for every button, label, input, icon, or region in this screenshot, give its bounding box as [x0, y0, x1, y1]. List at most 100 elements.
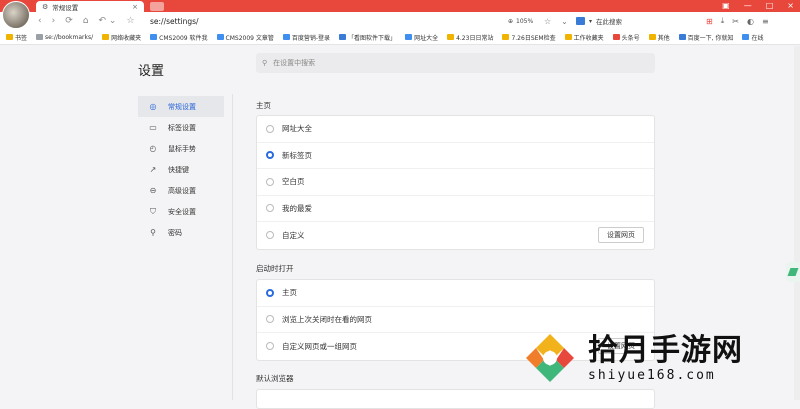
sidebar-item-label: 快捷键 [168, 165, 189, 174]
search-engine-dropdown-icon[interactable]: ▾ [589, 18, 592, 25]
radio-label: 浏览上次关闭时在看的网页 [282, 314, 372, 324]
avatar[interactable] [2, 1, 30, 29]
sidebar-item[interactable]: ⊖ 高级设置 [138, 180, 224, 201]
search-icon: ⚲ [262, 59, 268, 67]
sidebar-divider [232, 94, 233, 400]
radio-button[interactable] [266, 315, 274, 324]
forward-icon[interactable]: › [52, 16, 56, 26]
radio-button[interactable] [266, 342, 274, 351]
settings-search-placeholder: 在设置中搜索 [273, 59, 316, 67]
sidebar-item[interactable]: ◎ 常规设置 [138, 96, 224, 117]
sidebar-item[interactable]: ▭ 标签设置 [138, 117, 224, 138]
radio-label: 自定义网页或一组网页 [282, 341, 357, 351]
bookmark-label: 7.26日SEM检查 [511, 34, 556, 42]
settings-sidebar: ◎ 常规设置 ▭ 标签设置 ◴ 鼠标手势 ↗ 快捷键 ⊖ 高级设置 ⛉ 安全设置 ⚲ 密码 [138, 96, 224, 243]
minimize-icon[interactable]: — [744, 1, 752, 10]
night-mode-icon[interactable]: ◐ [747, 17, 754, 26]
sidebar-item[interactable]: ⚲ 密码 [138, 222, 224, 243]
back-icon[interactable]: ‹ [38, 16, 42, 26]
bookmark-label: 百度营销-登录 [291, 34, 331, 42]
radio-option[interactable]: 主页 [257, 280, 654, 307]
sidebar-item-label: 鼠标手势 [168, 144, 196, 153]
bookmark-icon [6, 34, 13, 40]
tab-close-icon[interactable]: × [132, 3, 138, 11]
bookmark-item[interactable]: 头条号 [612, 33, 640, 42]
undo-icon[interactable]: ↶ ⌄ [98, 16, 116, 26]
zoom-indicator[interactable]: ⊕ 105% [508, 14, 533, 28]
radio-option[interactable]: 我的最爱 [257, 196, 654, 222]
radio-button[interactable] [266, 288, 274, 297]
maximize-icon[interactable]: □ [766, 1, 774, 10]
radio-label: 我的最爱 [282, 203, 312, 213]
bookmark-icon [150, 34, 158, 40]
bookmark-label: CMS2009 文章管 [225, 34, 274, 42]
scrollbar[interactable] [794, 46, 800, 400]
download-icon[interactable]: ⤓ [721, 16, 725, 26]
screenshot-icon[interactable]: ✂ [732, 17, 739, 26]
bookmark-label: se://bookmarks/ [45, 33, 94, 41]
radio-option[interactable]: 空白页 [257, 169, 654, 196]
radio-option[interactable]: 自定义 设置网页 [257, 222, 654, 249]
close-window-icon[interactable]: × [787, 1, 794, 10]
bookmark-item[interactable]: 4.23日日常站 [447, 33, 493, 42]
bookmark-item[interactable]: 网址大全 [405, 33, 438, 42]
menu-icon[interactable]: ≡ [762, 17, 769, 26]
bookmark-item[interactable]: 「看图软件下载」 [339, 33, 396, 42]
settings-search-input[interactable]: ⚲ 在设置中搜索 [256, 53, 655, 73]
radio-button[interactable] [266, 204, 274, 213]
apps-icon[interactable]: ⊞ [706, 17, 713, 26]
tab-settings[interactable]: ⚙ 常规设置 × [36, 1, 144, 12]
search-input[interactable]: 在此搜索 [596, 16, 622, 26]
bookmark-label: CMS2009 软件我 [159, 34, 208, 42]
gear-icon: ⚙ [42, 2, 49, 11]
bookmark-icon [447, 34, 455, 40]
bookmark-label: 「看图软件下载」 [348, 34, 397, 42]
address-text[interactable]: se://settings/ [150, 17, 199, 26]
bookmark-item[interactable]: 其他 [648, 33, 670, 42]
nav-buttons: ‹ › ⟳ ⌂ ↶ ⌄ ☆ [38, 12, 135, 30]
bookmark-icon [502, 34, 510, 40]
sidebar-item-icon: ⚲ [150, 228, 156, 237]
bookmark-item[interactable]: 网络收藏夹 [102, 33, 141, 42]
address-bar[interactable]: se://settings/ [150, 14, 570, 28]
radio-button[interactable] [266, 124, 274, 133]
sidebar-item[interactable]: ↗ 快捷键 [138, 159, 224, 180]
sidebar-item[interactable]: ◴ 鼠标手势 [138, 138, 224, 159]
set-webpage-button[interactable]: 设置网页 [598, 227, 644, 243]
star-icon[interactable]: ☆ [544, 17, 551, 26]
bookmark-item[interactable]: 在线 [742, 33, 763, 42]
side-panel-toggle[interactable] [786, 262, 800, 282]
bookmark-item[interactable]: 百度一下, 你就知 [678, 33, 733, 42]
bookmark-icon [648, 34, 656, 40]
bookmark-item[interactable]: CMS2009 文章管 [216, 33, 274, 42]
search-box[interactable]: ▾ 在此搜索 [576, 14, 696, 28]
bookmark-icon [678, 34, 686, 40]
home-section-title: 主页 [256, 101, 271, 110]
search-engine-icon[interactable] [576, 17, 585, 25]
bookmark-item[interactable]: 7.26日SEM检查 [502, 33, 556, 42]
radio-option[interactable]: 新标签页 [257, 143, 654, 169]
bookmark-item[interactable]: 书签 [6, 33, 27, 42]
new-tab-button[interactable] [150, 2, 164, 11]
skin-icon[interactable]: ▣ [722, 1, 730, 10]
bookmark-label: 网址大全 [414, 34, 439, 42]
bookmark-label: 工作收藏夹 [573, 34, 604, 42]
favorite-icon[interactable]: ☆ [126, 16, 134, 26]
radio-label: 主页 [282, 288, 297, 298]
radio-button[interactable] [266, 151, 274, 160]
bookmark-item[interactable]: 工作收藏夹 [564, 33, 604, 42]
radio-option[interactable]: 网址大全 [257, 116, 654, 143]
sidebar-item-label: 高级设置 [168, 186, 196, 195]
sidebar-item[interactable]: ⛉ 安全设置 [138, 201, 224, 222]
reload-icon[interactable]: ⟳ [65, 16, 73, 26]
dropdown-icon[interactable]: ⌄ [561, 17, 568, 26]
home-icon[interactable]: ⌂ [83, 16, 89, 26]
radio-button[interactable] [266, 231, 274, 240]
bookmark-item[interactable]: CMS2009 软件我 [150, 33, 208, 42]
radio-button[interactable] [266, 177, 274, 186]
sidebar-item-icon: ▭ [149, 123, 157, 132]
startup-section-title: 启动时打开 [256, 264, 294, 273]
bookmark-item[interactable]: se://bookmarks/ [36, 34, 93, 41]
bookmark-item[interactable]: 百度营销-登录 [282, 33, 331, 42]
bookmark-icon [612, 34, 620, 40]
